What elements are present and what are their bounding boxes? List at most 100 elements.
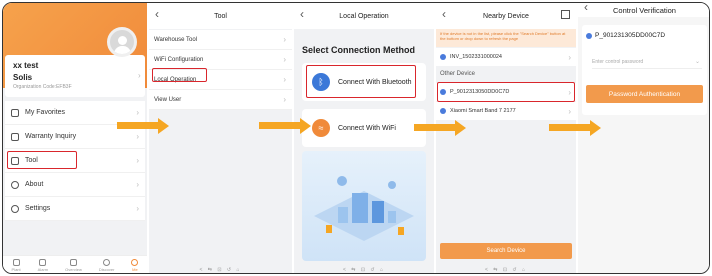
gesture-bar: < ⇆ ⊡ ↺ ⌂: [342, 267, 386, 273]
chevron-right-icon: ›: [568, 52, 571, 62]
tab-label: Me: [132, 267, 138, 272]
chevron-right-icon: ›: [283, 95, 286, 104]
control-password-input[interactable]: Enter control password ⌄: [592, 55, 702, 69]
chevron-right-icon: ›: [136, 156, 139, 165]
menu-item-settings[interactable]: Settings ›: [5, 197, 145, 221]
device-row[interactable]: Xiaomi Smart Band 7 2177 ›: [436, 102, 576, 120]
device-icon: [440, 54, 446, 60]
bottom-tab-bar: Plant Alarm Overview Discover Me: [3, 255, 147, 273]
section-heading: Select Connection Method: [302, 45, 416, 55]
device-icon: [586, 32, 592, 39]
arrow-head: [158, 118, 169, 134]
arrow-shaft: [259, 122, 300, 129]
tool-highlight-box: [7, 151, 77, 169]
tool-item-label: WiFi Configuration: [154, 56, 204, 63]
arrow-shaft: [117, 122, 158, 129]
tab-discover[interactable]: Discover: [98, 259, 115, 272]
flow-arrow: [117, 118, 169, 134]
bluetooth-highlight-box: [306, 65, 416, 98]
tool-item-label: Warehouse Tool: [154, 36, 198, 43]
plant-icon: [12, 259, 20, 266]
organization-name: Solis: [13, 73, 33, 82]
local-operation-screen: ‹ Local Operation Select Connection Meth…: [294, 3, 434, 273]
tab-me[interactable]: Me: [131, 259, 139, 272]
chevron-right-icon: ›: [283, 75, 286, 84]
flow-arrow: [259, 118, 311, 134]
page-title: Control Verification: [613, 5, 676, 15]
wifi-icon: ≈: [312, 119, 330, 137]
screenshot-frame: xx test Solis Organization Code:EFB3F › …: [2, 2, 710, 274]
arrow-shaft: [414, 124, 455, 131]
flow-arrow: [549, 120, 601, 136]
back-icon[interactable]: ‹: [584, 3, 588, 14]
tab-plant[interactable]: Plant: [12, 259, 21, 272]
chevron-down-icon[interactable]: ⌄: [695, 58, 700, 65]
tab-label: Plant: [11, 267, 21, 272]
local-operation-highlight-box: [152, 68, 207, 82]
connect-wifi-button[interactable]: ≈ Connect With WiFi: [302, 109, 426, 147]
device-name: Xiaomi Smart Band 7 2177: [450, 108, 516, 114]
menu-item-label: About: [25, 181, 44, 188]
me-screen: xx test Solis Organization Code:EFB3F › …: [3, 3, 147, 273]
menu-item-label: Warranty Inquiry: [25, 133, 77, 140]
tool-header: ‹ Tool: [149, 3, 292, 29]
arrow-head: [590, 120, 601, 136]
arrow-shaft: [549, 124, 590, 131]
gear-icon: [11, 204, 19, 213]
tool-item-warehouse[interactable]: Warehouse Tool ›: [149, 30, 292, 50]
arrow-head: [300, 118, 311, 134]
alarm-icon: [39, 259, 47, 266]
back-icon[interactable]: ‹: [155, 7, 159, 21]
menu-item-label: Settings: [25, 205, 51, 212]
control-verification-header: ‹ Control Verification: [578, 3, 709, 17]
tool-screen: ‹ Tool Warehouse Tool › WiFi Configuratio…: [149, 3, 292, 273]
chevron-right-icon: ›: [568, 106, 571, 116]
nearby-device-header: ‹ Nearby Device: [436, 3, 576, 29]
info-icon: [11, 180, 19, 189]
overview-icon: [69, 259, 77, 266]
other-device-label: Other Device: [440, 71, 476, 77]
page-title: Nearby Device: [483, 12, 529, 20]
connection-illustration: [302, 151, 426, 261]
chevron-right-icon: ›: [283, 55, 286, 64]
gesture-bar: < ⇆ ⊡ ↺ ⌂: [199, 267, 242, 273]
discover-icon: [103, 259, 111, 266]
flow-arrow: [414, 120, 466, 136]
chevron-right-icon: ›: [138, 71, 141, 80]
favorites-icon: [11, 108, 19, 117]
avatar[interactable]: [107, 27, 137, 57]
page-title: Local Operation: [339, 12, 389, 20]
person-icon: [131, 259, 139, 266]
menu-item-about[interactable]: About ›: [5, 173, 145, 197]
tool-item-wifi-configuration[interactable]: WiFi Configuration ›: [149, 50, 292, 70]
password-authentication-button[interactable]: Password Authentication: [586, 85, 703, 103]
back-icon[interactable]: ‹: [300, 7, 304, 21]
chevron-right-icon: ›: [136, 204, 139, 213]
isometric-city-illustration: [314, 176, 414, 241]
device-row[interactable]: INV_1502331000024 ›: [436, 48, 576, 66]
tool-item-view-user[interactable]: View User ›: [149, 90, 292, 110]
organization-code: Organization Code:EFB3F: [13, 84, 72, 90]
refresh-note: If the device is not in the list, please…: [436, 29, 576, 47]
tab-label: Discover: [98, 267, 115, 272]
tab-label: Overview: [65, 267, 82, 272]
back-icon[interactable]: ‹: [442, 7, 446, 21]
tab-overview[interactable]: Overview: [65, 259, 82, 272]
chevron-right-icon: ›: [136, 108, 139, 117]
device-highlight-box: [437, 82, 575, 102]
search-device-button[interactable]: Search Device: [440, 243, 572, 259]
device-name: INV_1502331000024: [450, 54, 502, 60]
shield-icon: [11, 132, 19, 141]
page-title: Tool: [214, 12, 227, 20]
device-icon: [440, 108, 446, 114]
tab-alarm[interactable]: Alarm: [38, 259, 48, 272]
device-id-text: P_901231305DD00C7D: [595, 32, 666, 39]
chevron-right-icon: ›: [136, 132, 139, 141]
nearby-device-screen: ‹ Nearby Device If the device is not in …: [436, 3, 576, 273]
password-placeholder: Enter control password: [592, 59, 644, 65]
scan-icon[interactable]: [561, 10, 570, 19]
connect-wifi-label: Connect With WiFi: [338, 124, 396, 132]
user-name: xx test: [13, 61, 39, 70]
control-verification-screen: ‹ Control Verification P_901231305DD00C7…: [578, 3, 709, 273]
chevron-right-icon: ›: [136, 180, 139, 189]
